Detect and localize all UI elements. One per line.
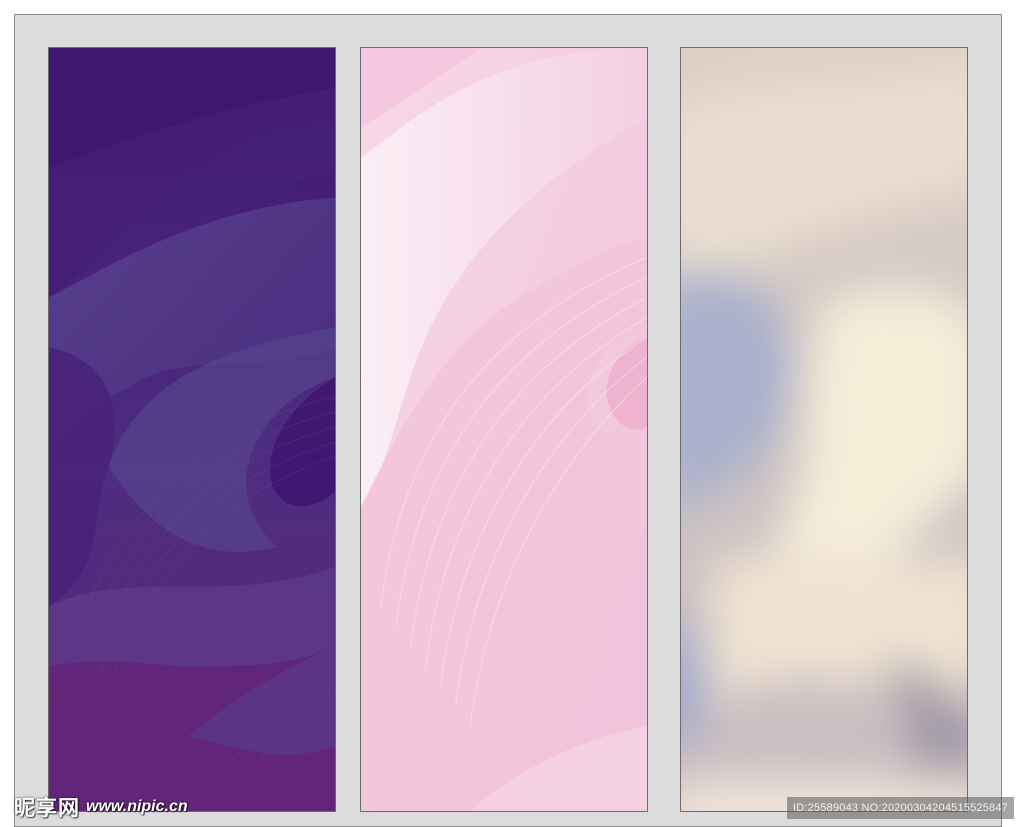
cream-blur-panel [680,47,968,812]
watermark-logo: 昵享网 www.nipic.cn [14,795,188,820]
pink-wave-image [361,48,647,811]
pink-wave-panel [360,47,648,812]
image-id-label: ID:25589043 NO:20200304204515525847 [787,797,1014,819]
purple-wave-image [49,48,335,811]
cream-blur-image [681,48,967,811]
watermark-site: www.nipic.cn [86,798,188,815]
watermark-brand: 昵享网 [14,796,80,820]
purple-wave-panel [48,47,336,812]
